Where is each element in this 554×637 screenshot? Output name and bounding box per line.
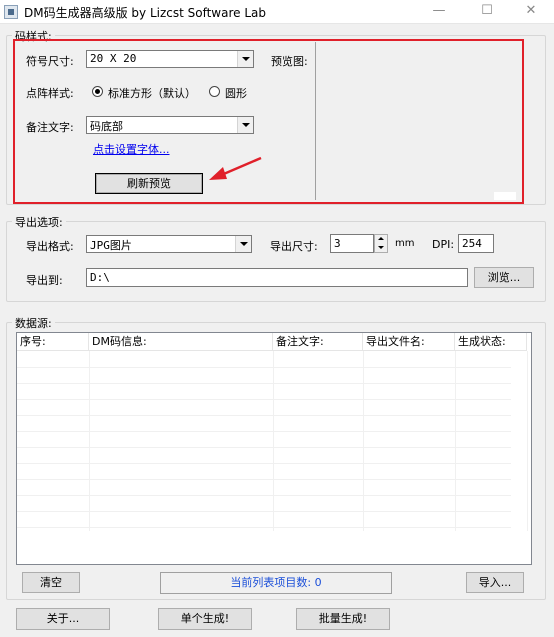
grid-line — [273, 351, 274, 531]
dpi-input[interactable]: 254 — [458, 234, 494, 253]
window-title: DM码生成器高级版 by Lizcst Software Lab — [24, 6, 266, 20]
grid-line — [17, 415, 511, 416]
export-format-dropdown[interactable]: JPG图片 — [86, 235, 252, 253]
grid-line — [17, 367, 511, 368]
column-header-filename[interactable]: 导出文件名: — [363, 333, 455, 351]
export-path-input[interactable]: D:\ — [86, 268, 468, 287]
list-count-status: 当前列表项目数: 0 — [160, 572, 392, 594]
dpi-value: 254 — [462, 237, 482, 250]
grid-line — [17, 495, 511, 496]
symbol-size-value: 20 X 20 — [90, 52, 137, 65]
export-path-label: 导出到: — [26, 274, 63, 287]
grid-line — [17, 399, 511, 400]
title-bar: DM码生成器高级版 by Lizcst Software Lab — ☐ ✕ — [0, 0, 554, 24]
export-format-value: JPG图片 — [90, 239, 132, 252]
grid-line — [17, 463, 511, 464]
column-header-dm-info[interactable]: DM码信息: — [89, 333, 273, 351]
column-header-status[interactable]: 生成状态: — [455, 333, 527, 351]
export-path-value: D:\ — [90, 271, 110, 284]
browse-button[interactable]: 浏览... — [474, 267, 534, 288]
minimize-button[interactable]: — — [416, 0, 462, 24]
set-font-link[interactable]: 点击设置字体... — [93, 141, 170, 157]
grid-line — [363, 351, 364, 531]
spin-up-icon[interactable] — [378, 237, 384, 240]
refresh-preview-button[interactable]: 刷新预览 — [95, 173, 203, 194]
dot-style-label: 点阵样式: — [26, 87, 74, 100]
radio-square-dots[interactable] — [92, 86, 103, 97]
clear-button[interactable]: 清空 — [22, 572, 80, 593]
grid-line — [89, 351, 90, 531]
grid-line — [17, 479, 511, 480]
symbol-size-label: 符号尺寸: — [26, 55, 74, 68]
annotation-arrow-icon — [209, 156, 262, 180]
app-icon — [4, 5, 18, 19]
single-generate-button[interactable]: 单个生成! — [158, 608, 252, 630]
grid-line — [527, 351, 528, 531]
symbol-size-dropdown[interactable]: 20 X 20 — [86, 50, 254, 68]
about-button[interactable]: 关于... — [16, 608, 110, 630]
note-position-dropdown[interactable]: 码底部 — [86, 116, 254, 134]
batch-generate-button[interactable]: 批量生成! — [296, 608, 390, 630]
export-size-input[interactable]: 3 — [330, 234, 374, 253]
close-button[interactable]: ✕ — [508, 0, 554, 24]
chevron-down-icon — [237, 117, 253, 133]
column-header-note[interactable]: 备注文字: — [273, 333, 363, 351]
grid-line — [17, 511, 511, 512]
export-format-label: 导出格式: — [26, 240, 74, 253]
grid-line — [455, 351, 456, 531]
export-size-label: 导出尺寸: — [270, 240, 318, 253]
note-position-value: 码底部 — [90, 120, 123, 133]
data-table[interactable]: 序号: DM码信息: 备注文字: 导出文件名: 生成状态: — [16, 332, 532, 565]
maximize-button[interactable]: ☐ — [464, 0, 510, 24]
export-size-unit: mm — [395, 238, 415, 249]
grid-line — [17, 527, 511, 528]
chevron-down-icon — [235, 236, 251, 252]
grid-line — [17, 431, 511, 432]
chevron-down-icon — [237, 51, 253, 67]
grid-line — [17, 383, 511, 384]
export-size-spinner[interactable] — [374, 234, 388, 253]
radio-round-dots[interactable] — [209, 86, 220, 97]
radio-round-label: 圆形 — [225, 87, 247, 100]
dpi-label: DPI: — [432, 238, 455, 251]
data-source-group-label: 数据源: — [12, 315, 55, 331]
export-size-value: 3 — [334, 237, 341, 250]
radio-square-label: 标准方形（默认） — [108, 87, 196, 100]
grid-line — [17, 447, 511, 448]
note-text-label: 备注文字: — [26, 121, 74, 134]
column-header-index[interactable]: 序号: — [17, 333, 89, 351]
preview-label: 预览图: — [271, 55, 308, 68]
spin-down-icon[interactable] — [378, 246, 384, 249]
export-group-label: 导出选项: — [12, 214, 66, 230]
import-button[interactable]: 导入... — [466, 572, 524, 593]
